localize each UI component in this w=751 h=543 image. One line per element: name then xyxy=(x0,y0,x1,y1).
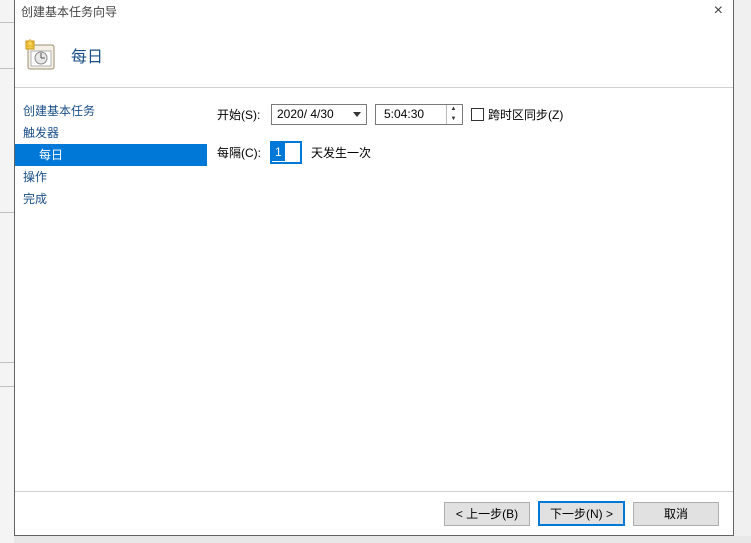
spinner-up-icon[interactable]: ▲ xyxy=(447,105,460,115)
wizard-icon xyxy=(23,38,57,72)
wizard-footer: < 上一步(B) 下一步(N) > 取消 xyxy=(15,491,733,535)
spinner-down-icon[interactable]: ▼ xyxy=(447,114,460,124)
wizard-sidebar: 创建基本任务 触发器 每日 操作 完成 xyxy=(15,94,207,491)
bg-divider xyxy=(0,386,14,387)
bg-divider xyxy=(0,362,14,363)
cancel-button[interactable]: 取消 xyxy=(633,502,719,526)
sidebar-item-finish[interactable]: 完成 xyxy=(15,188,207,210)
interval-suffix: 天发生一次 xyxy=(311,144,371,161)
sync-timezone-checkbox[interactable] xyxy=(471,108,484,121)
dropdown-arrow-icon xyxy=(350,106,364,123)
wizard-header: 每日 xyxy=(15,22,733,88)
bg-divider xyxy=(0,212,14,213)
interval-label: 每隔(C): xyxy=(217,144,271,161)
sidebar-item-daily[interactable]: 每日 xyxy=(15,144,207,166)
sidebar-item-trigger[interactable]: 触发器 xyxy=(15,122,207,144)
page-title: 每日 xyxy=(71,43,103,67)
start-row: 开始(S): 2020/ 4/30 5:04:30 ▲ ▼ 跨时区同步(Z) xyxy=(217,102,733,126)
start-time-value: 5:04:30 xyxy=(384,107,424,121)
form-area: 开始(S): 2020/ 4/30 5:04:30 ▲ ▼ 跨时区同步(Z) xyxy=(207,94,733,491)
background-bottom-strip xyxy=(0,536,751,543)
bg-divider xyxy=(0,22,14,23)
titlebar: 创建基本任务向导 × xyxy=(15,0,733,22)
bg-divider xyxy=(0,68,14,69)
sidebar-item-action[interactable]: 操作 xyxy=(15,166,207,188)
start-date-value: 2020/ 4/30 xyxy=(277,107,334,121)
sidebar-item-create-basic-task[interactable]: 创建基本任务 xyxy=(15,100,207,122)
interval-input[interactable]: 1 xyxy=(271,142,301,163)
content-area: 创建基本任务 触发器 每日 操作 完成 开始(S): 2020/ 4/30 5:… xyxy=(15,94,733,491)
dialog-title: 创建基本任务向导 xyxy=(21,3,117,20)
close-button[interactable]: × xyxy=(708,3,729,19)
time-spinner[interactable]: ▲ ▼ xyxy=(446,105,460,124)
back-button[interactable]: < 上一步(B) xyxy=(444,502,530,526)
start-time-picker[interactable]: 5:04:30 ▲ ▼ xyxy=(375,104,463,125)
start-label: 开始(S): xyxy=(217,106,271,123)
interval-value: 1 xyxy=(272,143,285,161)
interval-row: 每隔(C): 1 天发生一次 xyxy=(217,140,733,164)
wizard-dialog: 创建基本任务向导 × 每日 创建基本任务 触发器 每日 操作 完成 xyxy=(14,0,734,536)
sync-timezone-label: 跨时区同步(Z) xyxy=(488,106,563,123)
start-date-picker[interactable]: 2020/ 4/30 xyxy=(271,104,367,125)
background-left-strip xyxy=(0,0,14,543)
next-button[interactable]: 下一步(N) > xyxy=(538,501,625,526)
